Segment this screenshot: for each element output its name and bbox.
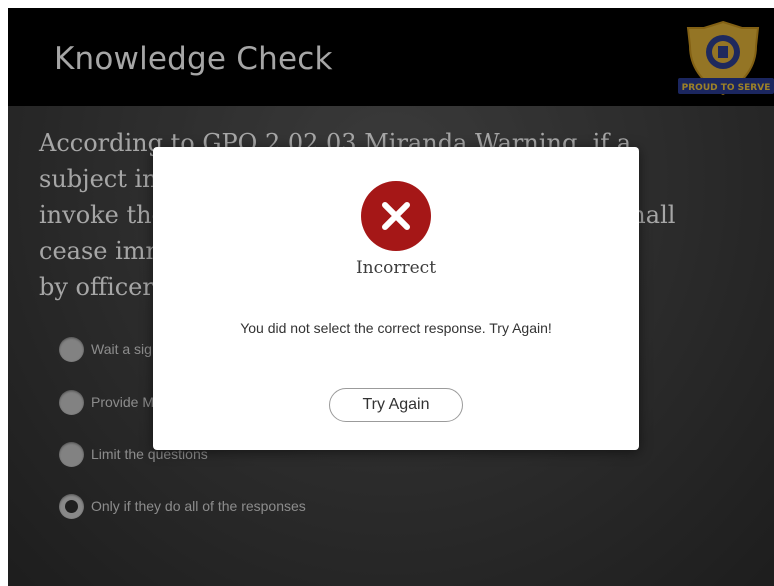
close-x-icon — [382, 202, 410, 230]
slide: Knowledge Check PROUD TO SERVE According… — [8, 8, 774, 586]
feedback-dialog: Incorrect You did not select the correct… — [153, 147, 639, 450]
try-again-button[interactable]: Try Again — [329, 388, 463, 422]
dialog-title: Incorrect — [355, 258, 437, 278]
dialog-message: You did not select the correct response.… — [240, 320, 552, 336]
error-x-icon — [361, 181, 431, 251]
